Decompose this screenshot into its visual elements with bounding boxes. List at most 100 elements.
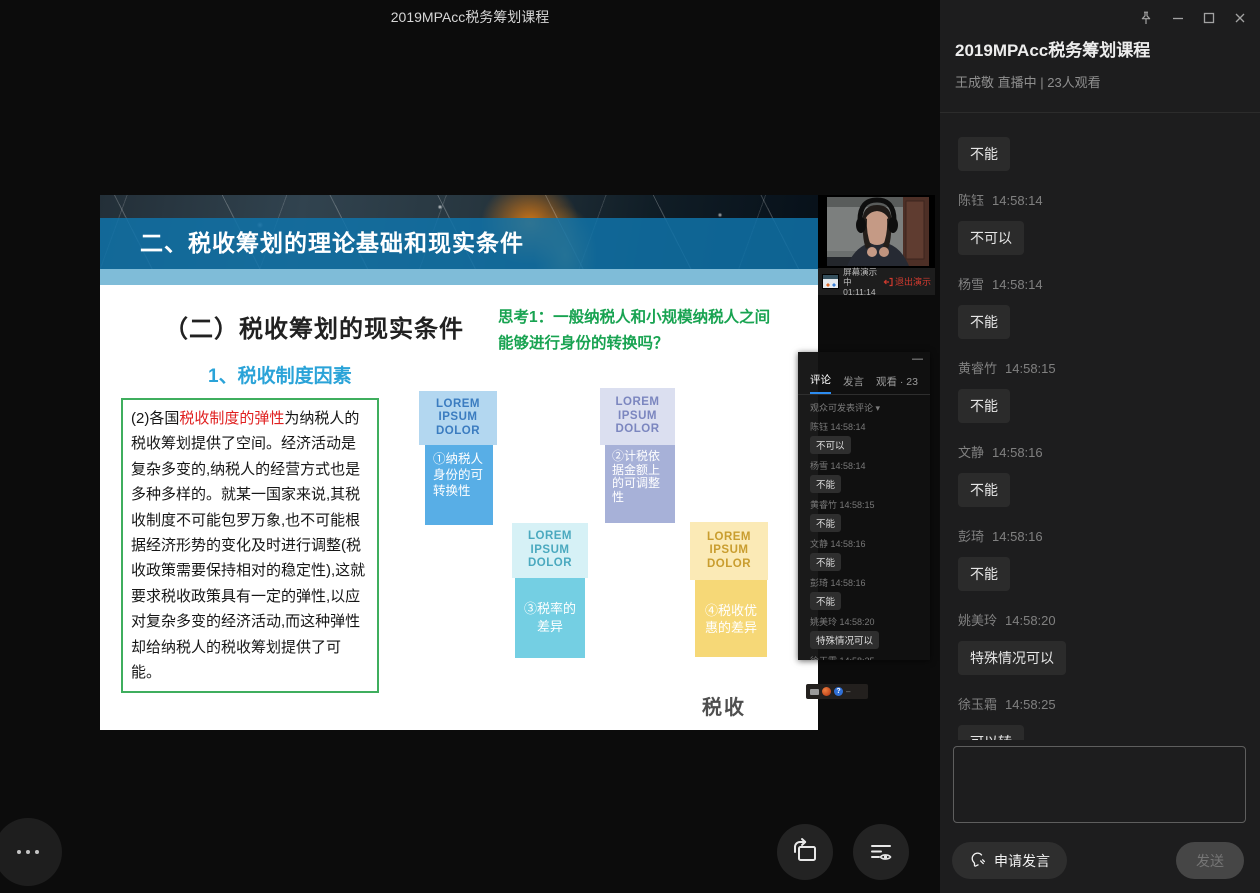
screen-share-info: 屏幕演示中 01:11:14 — [843, 267, 879, 297]
sender-name: 黄睿竹 — [958, 361, 997, 376]
taskbar-separator: ‒ — [846, 688, 850, 696]
paragraph-text: (2)各国 — [131, 410, 179, 427]
slide-paragraph-box: (2)各国税收制度的弹性为纳税人的税收筹划提供了空间。经济活动是复杂多变的,纳税… — [121, 398, 379, 693]
tab-comments[interactable]: 评论 — [810, 372, 831, 394]
card-2-label: ②计税依据金额上的可调整性 — [605, 445, 675, 523]
timestamp: 14:58:15 — [1005, 361, 1056, 376]
slide-subsection-title: 1、税收制度因素 — [208, 361, 352, 388]
chat-bubble: 可以转 — [958, 725, 1024, 740]
exit-presentation-button[interactable]: 退出演示 — [883, 275, 931, 288]
dot — [35, 850, 39, 854]
stream-title: 2019MPAcc税务筹划课程 — [955, 36, 1240, 61]
switch-screen-button[interactable] — [777, 824, 833, 880]
dot — [26, 850, 30, 854]
chat-message: 徐玉霜 14:58:25 可以转 — [958, 694, 1242, 740]
stream-status: 王成敬 直播中 | 23人观看 — [955, 72, 1240, 91]
request-speak-label: 申请发言 — [994, 851, 1050, 871]
pin-icon[interactable] — [1138, 10, 1154, 26]
slide-banner-title: 二、税收筹划的理论基础和现实条件 — [140, 218, 818, 269]
sender-name: 文静 — [958, 445, 984, 460]
exit-presentation-label: 退出演示 — [895, 275, 931, 288]
chat-bubble: 不能 — [958, 389, 1010, 423]
request-speak-button[interactable]: 申请发言 — [952, 842, 1067, 879]
toggle-comments-visibility-button[interactable] — [853, 824, 909, 880]
maximize-button[interactable] — [1202, 11, 1216, 25]
screen-share-duration: 01:11:14 — [843, 287, 879, 297]
message-meta: 陈钰14:58:14 — [958, 190, 1242, 209]
card-1-header: LOREM IPSUM DOLOR — [419, 391, 497, 445]
caret-down-icon[interactable]: ▾ — [876, 403, 881, 413]
chat-message: 姚美玲14:58:20 特殊情况可以 — [958, 610, 1242, 675]
timestamp: 14:58:14 — [992, 193, 1043, 208]
mini-message-meta: 姚美玲 14:58:20 — [810, 615, 918, 628]
card-3-header: LOREM IPSUM DOLOR — [512, 523, 588, 578]
dot — [17, 850, 21, 854]
card-2-header: LOREM IPSUM DOLOR — [600, 388, 675, 445]
notice-text: 观众可发表评论 — [810, 403, 873, 413]
screen-share-thumbnail[interactable] — [822, 274, 839, 289]
mini-message-meta: 陈钰 14:58:14 — [810, 420, 918, 433]
message-meta: 杨雪14:58:14 — [958, 274, 1242, 293]
taskbar-help-icon: ? — [834, 687, 843, 696]
send-button[interactable]: 发送 — [1176, 842, 1244, 879]
tab-viewers[interactable]: 观看 · 23 — [876, 374, 918, 394]
card-1-label: ①纳税人身份的可转换性 — [425, 445, 493, 525]
banner-title-band: 二、税收筹划的理论基础和现实条件 — [100, 218, 818, 269]
sender-name: 杨雪 — [958, 277, 984, 292]
tab-speaking[interactable]: 发言 — [843, 374, 864, 394]
chat-message: 陈钰14:58:14 不可以 — [958, 190, 1242, 255]
mini-chat-bubble: 不能 — [810, 475, 841, 493]
stage-title: 2019MPAcc税务筹划课程 — [0, 7, 940, 27]
chat-sidebar: 2019MPAcc税务筹划课程 王成敬 直播中 | 23人观看 不能 陈钰14:… — [940, 0, 1260, 893]
exit-icon — [883, 277, 893, 287]
close-button[interactable] — [1233, 11, 1247, 25]
sender-name: 徐玉霜 — [958, 697, 997, 712]
chat-message: 彭琦 14:58:16 不能 — [958, 526, 1242, 591]
list-eye-icon — [866, 837, 896, 867]
mini-message-meta: 黄睿竹 14:58:15 — [810, 498, 918, 511]
chat-message-list[interactable]: 不能 陈钰14:58:14 不可以 杨雪14:58:14 不能 黄睿竹14:58… — [940, 114, 1260, 740]
slide-section-title: （二）税收筹划的现实条件 — [164, 309, 464, 344]
question-line-1: 思考1：一般纳税人和小规模纳税人之间 — [498, 305, 770, 331]
comment-permission-notice: 观众可发表评论 ▾ — [798, 395, 930, 415]
sender-name: 彭琦 — [958, 529, 984, 544]
minimize-panel-button[interactable]: — — [912, 353, 923, 365]
webcam-video-frame — [827, 197, 929, 266]
speaking-head-icon — [969, 851, 988, 870]
mini-chat-tabs: 评论 发言 观看 · 23 — [798, 352, 930, 395]
mini-chat-bubble: 特殊情况可以 — [810, 631, 879, 649]
chat-message: 不能 — [958, 137, 1242, 171]
mini-message-meta: 文静 14:58:16 — [810, 537, 918, 550]
timestamp: 14:58:16 — [992, 529, 1043, 544]
slide-banner: 二、税收筹划的理论基础和现实条件 — [100, 195, 818, 269]
message-meta: 彭琦 14:58:16 — [958, 526, 1242, 545]
timestamp: 14:58:25 — [1005, 697, 1056, 712]
chat-bubble: 不能 — [958, 557, 1010, 591]
minimize-button[interactable] — [1171, 11, 1185, 25]
window-controls — [1138, 10, 1247, 26]
floating-chat-panel: — 评论 发言 观看 · 23 观众可发表评论 ▾ 陈钰 14:58:14 不可… — [798, 352, 930, 660]
chat-message: 文静14:58:16 不能 — [958, 442, 1242, 507]
mini-chat-messages: 陈钰 14:58:14 不可以 杨雪 14:58:14 不能 黄睿竹 14:58… — [798, 420, 930, 660]
mini-message-meta: 徐玉霜 14:58:25 — [810, 654, 918, 660]
message-meta: 姚美玲14:58:20 — [958, 610, 1242, 629]
chat-bubble: 不可以 — [958, 221, 1024, 255]
taskbar-window-icon — [810, 689, 819, 695]
chat-bubble: 特殊情况可以 — [958, 641, 1066, 675]
mini-chat-bubble: 不可以 — [810, 436, 851, 454]
mini-chat-bubble: 不能 — [810, 592, 841, 610]
chat-bubble: 不能 — [958, 305, 1010, 339]
teacher-webcam-video[interactable] — [818, 195, 935, 268]
chat-bubble: 不能 — [958, 473, 1010, 507]
presentation-slide: 二、税收筹划的理论基础和现实条件 （二）税收筹划的现实条件 1、税收制度因素 (… — [100, 195, 818, 730]
timestamp: 14:58:20 — [1005, 613, 1056, 628]
taskbar-app-icon — [822, 687, 831, 696]
more-options-button[interactable] — [0, 818, 62, 886]
chat-input[interactable] — [953, 746, 1246, 823]
chat-message: 黄睿竹 14:58:15 不能 — [958, 358, 1242, 423]
mini-chat-bubble: 不能 — [810, 514, 841, 532]
switch-screen-icon — [790, 837, 820, 867]
card-3-label: ③税率的差异 — [515, 578, 585, 658]
banner-accent-strip — [100, 269, 818, 285]
chat-bubble: 不能 — [958, 137, 1010, 171]
